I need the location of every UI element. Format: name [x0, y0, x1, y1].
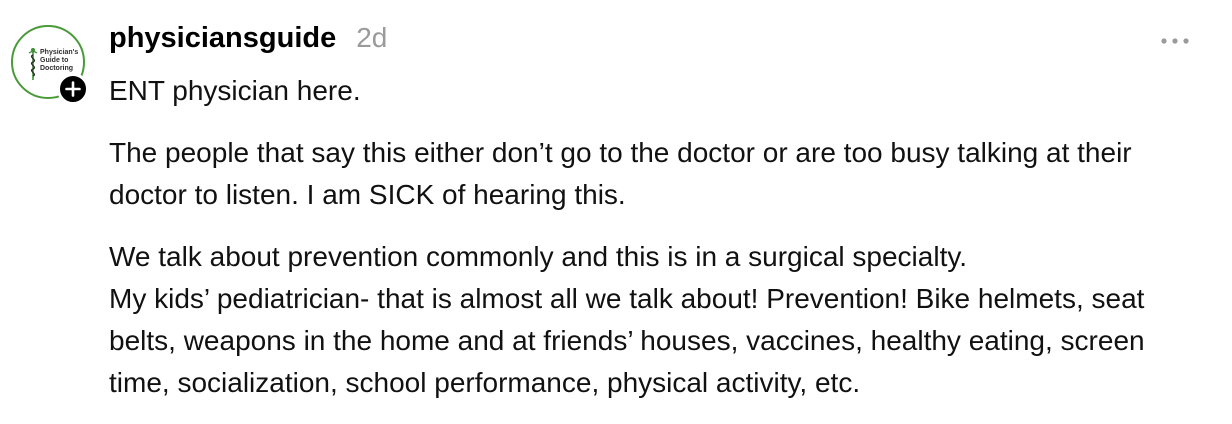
- post-header: physiciansguide 2d: [109, 22, 387, 62]
- more-options-button[interactable]: [1158, 28, 1192, 54]
- username[interactable]: physiciansguide: [109, 22, 336, 55]
- post-paragraph: The people that say this either don’t go…: [109, 137, 1132, 210]
- post-paragraph: ENT physician here.: [109, 75, 361, 106]
- plus-icon: [65, 81, 81, 97]
- post-paragraph: We talk about prevention commonly and th…: [109, 241, 1145, 398]
- avatar-logo-text: Physician's Guide to Doctoring: [40, 49, 79, 72]
- follow-button[interactable]: [57, 73, 89, 105]
- ellipsis-icon: [1161, 38, 1189, 44]
- caduceus-icon: [28, 48, 38, 80]
- post-body: ENT physician here. The people that say …: [109, 70, 1209, 424]
- timestamp[interactable]: 2d: [356, 22, 387, 54]
- post: Physician's Guide to Doctoring physician…: [0, 0, 1232, 422]
